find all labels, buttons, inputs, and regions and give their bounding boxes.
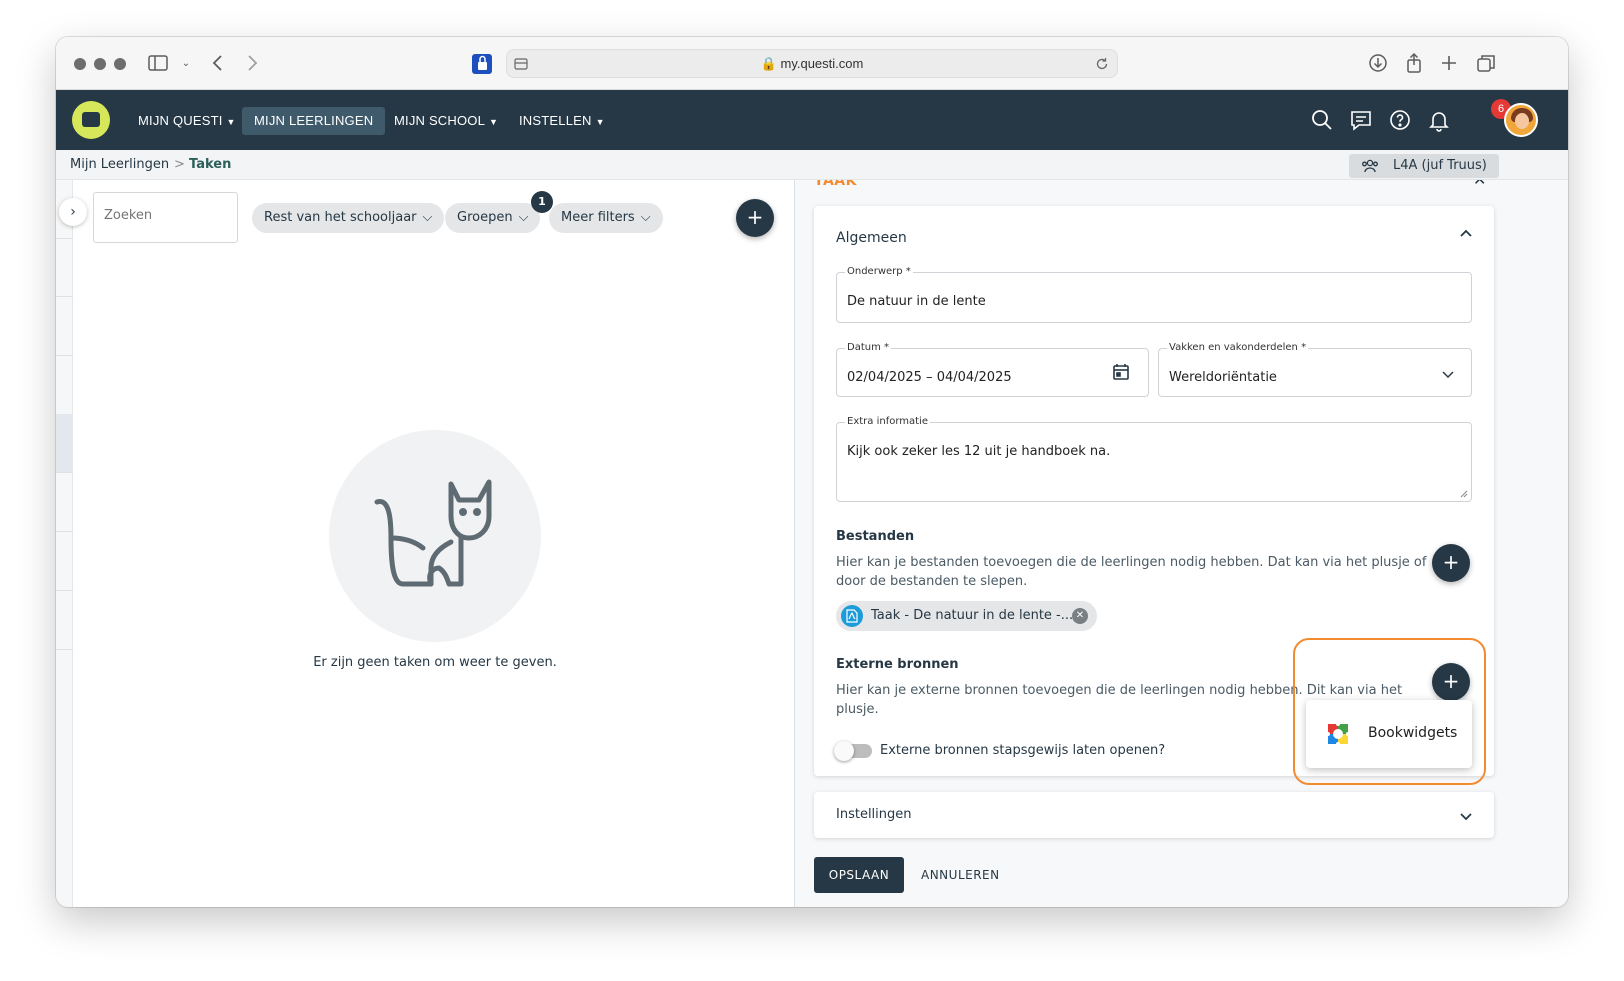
chevron-down-icon: ⌵ (518, 210, 529, 225)
empty-state-illustration (329, 430, 541, 642)
groups-count-badge: 1 (531, 191, 553, 213)
breadcrumb-separator: > (174, 157, 185, 172)
settings-section-card[interactable]: Instellingen (814, 792, 1494, 838)
general-section-title[interactable]: Algemeen (836, 230, 907, 246)
course-label: Vakken en vakonderdelen * (1167, 342, 1309, 353)
extra-info-value: Kijk ook zeker les 12 uit je handboek na… (847, 444, 1111, 459)
nav-instellen[interactable]: INSTELLEN ▼ (507, 107, 617, 135)
chevron-up-icon[interactable] (1459, 226, 1473, 240)
task-form-panel: TAAK ✕ Algemeen Onderwerp * De natuur in… (795, 180, 1568, 907)
app-navbar: MIJN QUESTI ▼ MIJN LEERLINGEN MIJN SCHOOL… (56, 90, 1568, 150)
breadcrumb: Mijn Leerlingen > Taken L4A (juf Truus) (56, 150, 1568, 180)
more-filters-chip[interactable]: Meer filters ⌵ (549, 203, 663, 233)
period-filter-chip[interactable]: Rest van het schooljaar ⌵ (252, 203, 445, 233)
search-field[interactable] (93, 192, 238, 243)
date-field[interactable]: Datum * 02/04/2025 – 04/04/2025 (836, 342, 1149, 397)
messages-icon[interactable] (1349, 108, 1373, 132)
downloads-icon[interactable] (1366, 52, 1390, 76)
file-name: Taak - De natuur in de lente -... (871, 608, 1074, 623)
minimize-window-button[interactable] (94, 58, 106, 70)
chevron-down-icon: ⌵ (422, 210, 433, 225)
external-source-menu: Bookwidgets (1306, 700, 1472, 768)
new-tab-icon[interactable] (1437, 52, 1461, 76)
subject-label: Onderwerp * (845, 266, 913, 277)
user-avatar[interactable] (1504, 103, 1538, 137)
empty-state-message: Er zijn geen taken om weer te geven. (313, 655, 557, 670)
share-icon[interactable] (1402, 52, 1426, 76)
chevron-down-icon: ▼ (489, 116, 499, 127)
nav-mijn-leerlingen[interactable]: MIJN LEERLINGEN (242, 107, 386, 135)
notifications-bell-icon[interactable] (1427, 108, 1451, 132)
search-icon[interactable] (1310, 108, 1334, 132)
extra-info-label: Extra informatie (845, 416, 930, 427)
subject-field[interactable]: Onderwerp * De natuur in de lente (836, 266, 1472, 323)
chevron-down-icon: ⌵ (640, 210, 651, 225)
extra-info-textarea[interactable]: Extra informatie Kijk ook zeker les 12 u… (836, 416, 1472, 502)
resize-handle-icon[interactable] (1460, 490, 1468, 498)
external-section-title: Externe bronnen (836, 657, 959, 672)
chevron-down-icon[interactable]: ⌄ (174, 52, 198, 76)
breadcrumb-parent[interactable]: Mijn Leerlingen (70, 157, 169, 172)
date-value: 02/04/2025 – 04/04/2025 (847, 370, 1012, 385)
breadcrumb-current: Taken (189, 157, 232, 172)
expand-panel-button[interactable]: › (59, 198, 87, 226)
users-icon (1362, 159, 1378, 173)
stepwise-open-label: Externe bronnen stapsgewijs laten openen… (880, 743, 1166, 758)
subject-value: De natuur in de lente (847, 294, 986, 309)
add-file-button[interactable]: + (1432, 544, 1470, 582)
close-icon[interactable]: ✕ (1473, 180, 1486, 189)
add-task-button[interactable]: + (736, 199, 774, 237)
cat-icon (374, 479, 492, 587)
search-input[interactable] (104, 208, 229, 223)
calendar-icon[interactable] (1112, 363, 1130, 381)
chevron-down-icon (1442, 371, 1454, 379)
remove-file-icon[interactable]: ✕ (1072, 608, 1088, 624)
files-section-title: Bestanden (836, 529, 915, 544)
tab-overview-icon[interactable] (1474, 52, 1498, 76)
files-section-description: Hier kan je bestanden toevoegen die de l… (836, 555, 1427, 589)
help-icon[interactable] (1388, 108, 1412, 132)
save-button[interactable]: OPSLAAN (814, 857, 904, 893)
chevron-down-icon: ▼ (595, 116, 605, 127)
reload-icon[interactable] (1095, 57, 1109, 71)
nav-mijn-school[interactable]: MIJN SCHOOL ▼ (382, 107, 510, 135)
form-heading: TAAK (814, 180, 857, 189)
settings-section-title: Instellingen (836, 807, 912, 822)
password-manager-icon[interactable] (471, 53, 493, 75)
cancel-button[interactable]: ANNULEREN (921, 868, 1000, 882)
forward-icon[interactable] (240, 52, 264, 76)
browser-window: ⌄ 🔒 my.questi.com MIJN QUESTI ▼ MIJN LEE… (56, 37, 1568, 907)
stepwise-open-toggle[interactable] (834, 741, 872, 761)
browser-toolbar: ⌄ 🔒 my.questi.com (56, 37, 1568, 90)
bookwidgets-menu-item[interactable]: Bookwidgets (1306, 700, 1472, 768)
chevron-down-icon[interactable] (1459, 810, 1473, 824)
back-icon[interactable] (206, 52, 230, 76)
date-label: Datum * (845, 342, 892, 353)
selected-day-strip (56, 414, 73, 472)
sidebar-toggle-icon[interactable] (146, 52, 170, 76)
left-side-strip (56, 180, 73, 907)
bookwidgets-logo-icon (1326, 722, 1350, 746)
file-chip[interactable]: Taak - De natuur in de lente -... ✕ (836, 601, 1097, 631)
course-value: Wereldoriëntatie (1169, 370, 1277, 385)
zoom-window-button[interactable] (114, 58, 126, 70)
questi-logo[interactable] (72, 101, 110, 139)
chevron-down-icon: ▼ (226, 116, 236, 127)
url-text: 🔒 my.questi.com (760, 56, 864, 71)
nav-mijn-questi[interactable]: MIJN QUESTI ▼ (126, 107, 248, 135)
course-select[interactable]: Vakken en vakonderdelen * Wereldoriëntat… (1158, 342, 1472, 397)
groups-filter-chip[interactable]: Groepen ⌵ (445, 203, 541, 233)
pdf-file-icon (841, 605, 863, 627)
address-bar[interactable]: 🔒 my.questi.com (506, 49, 1118, 78)
close-window-button[interactable] (74, 58, 86, 70)
bookwidgets-label: Bookwidgets (1368, 725, 1458, 741)
group-selector-button[interactable]: L4A (juf Truus) (1349, 154, 1499, 178)
